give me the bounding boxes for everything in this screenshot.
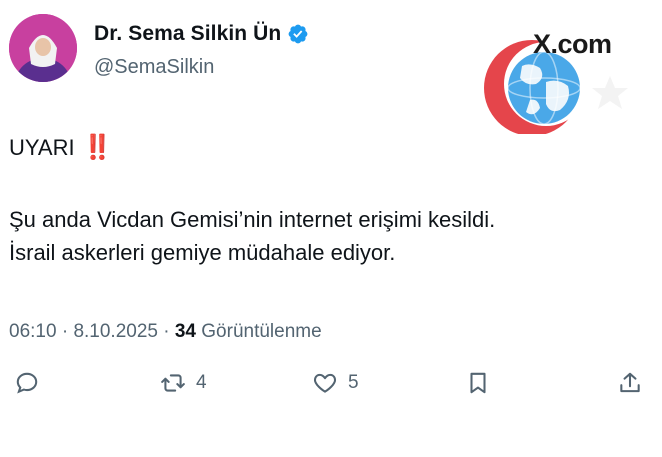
like-button[interactable]: 5 <box>312 370 359 396</box>
retweet-icon <box>161 374 185 392</box>
views-label: Görüntülenme <box>201 321 322 342</box>
heart-icon <box>313 373 337 393</box>
share-button[interactable] <box>617 370 643 396</box>
author-avatar[interactable] <box>9 14 77 82</box>
reply-icon <box>16 372 38 394</box>
author-handle[interactable]: @SemaSilkin <box>94 56 214 79</box>
retweet-count: 4 <box>196 372 207 393</box>
person-avatar-icon <box>9 14 77 82</box>
author-name[interactable]: Dr. Sema Silkin Ün <box>94 22 281 46</box>
reply-button[interactable] <box>14 370 40 396</box>
meta-separator: · <box>56 321 74 342</box>
tweet-heading: UYARI <box>9 134 75 160</box>
action-bar: 4 5 <box>0 370 662 406</box>
share-icon <box>620 372 640 393</box>
bookmark-button[interactable] <box>465 370 491 396</box>
tweet-meta: 06:10 · 8.10.2025 · 34 Görüntülenme <box>9 321 322 343</box>
retweet-button[interactable]: 4 <box>160 370 207 396</box>
tweet-line-1: Şu anda Vicdan Gemisi’nin internet erişi… <box>9 207 496 232</box>
double-exclamation-emoji: ‼️ <box>82 134 113 161</box>
tweet-time[interactable]: 06:10 <box>9 321 57 342</box>
tweet-heading-row: UYARI ‼️ <box>9 133 113 162</box>
bookmark-icon <box>470 372 486 394</box>
author-name-row[interactable]: Dr. Sema Silkin Ün <box>94 22 309 46</box>
meta-separator-2: · <box>157 321 175 342</box>
verified-badge-icon <box>287 23 309 45</box>
watermark-text: X.com <box>533 29 612 59</box>
tweet-text: Şu anda Vicdan Gemisi’nin internet erişi… <box>9 203 649 269</box>
views-count: 34 <box>174 321 196 342</box>
tweet-date[interactable]: 8.10.2025 <box>73 321 158 342</box>
like-count: 5 <box>348 372 359 393</box>
tweet-line-2: İsrail askerleri gemiye müdahale ediyor. <box>9 240 396 265</box>
